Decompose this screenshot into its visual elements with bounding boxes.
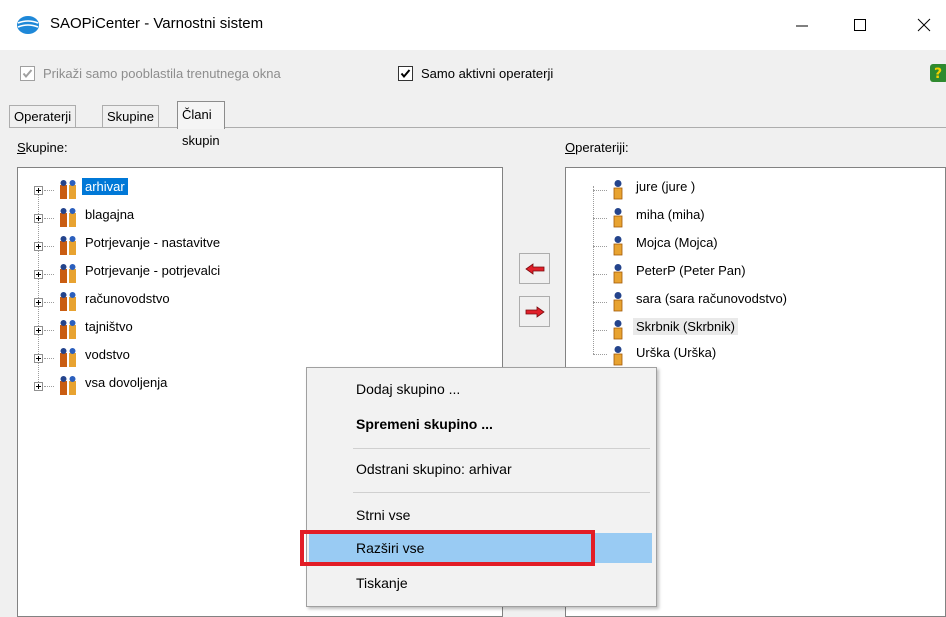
- group-node[interactable]: arhivar: [82, 178, 128, 195]
- tab-clani-skupin[interactable]: Člani skupin: [177, 101, 225, 148]
- group-icon: [60, 348, 76, 367]
- operators-label-text: perateriji:: [575, 140, 629, 155]
- group-icon: [60, 292, 76, 311]
- operator-node[interactable]: jure (jure ): [633, 178, 698, 195]
- tree-line: [593, 186, 595, 354]
- group-node[interactable]: Potrjevanje - nastavitve: [82, 234, 223, 251]
- groups-label-accel: S: [17, 140, 26, 155]
- tree-line: [44, 302, 54, 304]
- tree-line: [593, 330, 607, 332]
- arrow-left-icon: [524, 262, 544, 275]
- group-icon: [60, 180, 76, 199]
- tree-line: [593, 246, 607, 248]
- operator-node[interactable]: Mojca (Mojca): [633, 234, 721, 251]
- close-icon: [917, 18, 931, 32]
- tree-line: [44, 330, 54, 332]
- menu-separator: [353, 448, 650, 449]
- minimize-icon: [796, 25, 808, 27]
- operator-node[interactable]: Urška (Urška): [633, 344, 719, 361]
- checkbox-label: Prikaži samo pooblastila trenutnega okna: [43, 65, 281, 81]
- group-node[interactable]: tajništvo: [82, 318, 136, 335]
- user-icon: [613, 236, 623, 256]
- only-current-window-permissions-checkbox[interactable]: Prikaži samo pooblastila trenutnega okna: [20, 62, 281, 84]
- tree-line: [44, 274, 54, 276]
- user-icon: [613, 180, 623, 200]
- tree-line: [44, 246, 54, 248]
- svg-text:?: ?: [934, 66, 942, 82]
- group-node[interactable]: računovodstvo: [82, 290, 173, 307]
- expand-toggle[interactable]: [34, 214, 43, 223]
- checkmark-icon: [400, 68, 411, 78]
- window-title: SAOPiCenter - Varnostni sistem: [50, 15, 264, 32]
- tree-line: [44, 218, 54, 220]
- groups-label: Skupine:: [17, 140, 68, 155]
- maximize-icon: [854, 19, 866, 31]
- checkbox-box[interactable]: [398, 65, 413, 81]
- operator-node[interactable]: Skrbnik (Skrbnik): [633, 318, 738, 335]
- group-icon: [60, 376, 76, 395]
- tree-line: [593, 354, 607, 356]
- expand-toggle[interactable]: [34, 298, 43, 307]
- tree-line: [593, 218, 607, 220]
- expand-toggle[interactable]: [34, 354, 43, 363]
- tab-divider: [9, 127, 946, 128]
- checkmark-icon: [22, 68, 33, 78]
- operator-node[interactable]: sara (sara računovodstvo): [633, 290, 790, 307]
- groups-label-text: kupine:: [25, 140, 68, 155]
- operator-node[interactable]: miha (miha): [633, 206, 708, 223]
- operator-node[interactable]: PeterP (Peter Pan): [633, 262, 749, 279]
- context-menu: Dodaj skupino ... Spremeni skupino ... O…: [306, 367, 657, 607]
- arrow-right-icon: [525, 305, 545, 318]
- expand-toggle[interactable]: [34, 270, 43, 279]
- user-icon: [613, 208, 623, 228]
- tree-line: [44, 190, 54, 192]
- user-icon: [613, 264, 623, 284]
- user-icon: [613, 320, 623, 340]
- tree-line: [44, 358, 54, 360]
- group-icon: [60, 264, 76, 283]
- tab-operaterji[interactable]: Operaterji: [9, 105, 77, 128]
- expand-toggle[interactable]: [34, 242, 43, 251]
- group-icon: [60, 236, 76, 255]
- only-active-operators-checkbox[interactable]: Samo aktivni operaterji: [398, 62, 553, 84]
- maximize-button[interactable]: [838, 8, 882, 42]
- tab-skupine[interactable]: Skupine: [102, 105, 159, 128]
- menu-item-remove-group[interactable]: Odstrani skupino: arhivar: [309, 454, 652, 484]
- user-icon: [613, 292, 623, 312]
- operators-label: Operateriji:: [565, 140, 629, 155]
- tree-line: [44, 386, 54, 388]
- group-node[interactable]: vsa dovoljenja: [82, 374, 170, 391]
- menu-item-collapse-all[interactable]: Strni vse: [309, 500, 652, 530]
- group-icon: [60, 208, 76, 227]
- group-node[interactable]: Potrjevanje - potrjevalci: [82, 262, 223, 279]
- checkbox-box[interactable]: [20, 65, 35, 81]
- help-icon[interactable]: ?: [928, 60, 946, 86]
- tree-line: [593, 302, 607, 304]
- expand-toggle[interactable]: [34, 326, 43, 335]
- tree-line: [593, 274, 607, 276]
- remove-from-group-button[interactable]: [519, 296, 550, 327]
- group-node[interactable]: blagajna: [82, 206, 137, 223]
- checkbox-label: Samo aktivni operaterji: [421, 65, 554, 81]
- menu-item-print[interactable]: Tiskanje: [309, 568, 652, 598]
- app-logo-icon: [17, 16, 39, 34]
- title-bar: SAOPiCenter - Varnostni sistem: [0, 0, 946, 50]
- user-icon: [613, 346, 623, 366]
- minimize-button[interactable]: [780, 8, 824, 42]
- tree-line: [593, 190, 607, 192]
- expand-toggle[interactable]: [34, 382, 43, 391]
- menu-item-add-group[interactable]: Dodaj skupino ...: [309, 374, 652, 404]
- group-node[interactable]: vodstvo: [82, 346, 133, 363]
- group-icon: [60, 320, 76, 339]
- highlight-frame: [300, 530, 595, 566]
- close-button[interactable]: [902, 8, 946, 42]
- add-to-group-button[interactable]: [519, 253, 550, 284]
- operators-label-accel: O: [565, 140, 576, 155]
- menu-item-edit-group[interactable]: Spremeni skupino ...: [309, 409, 652, 439]
- expand-toggle[interactable]: [34, 186, 43, 195]
- menu-separator: [353, 492, 650, 493]
